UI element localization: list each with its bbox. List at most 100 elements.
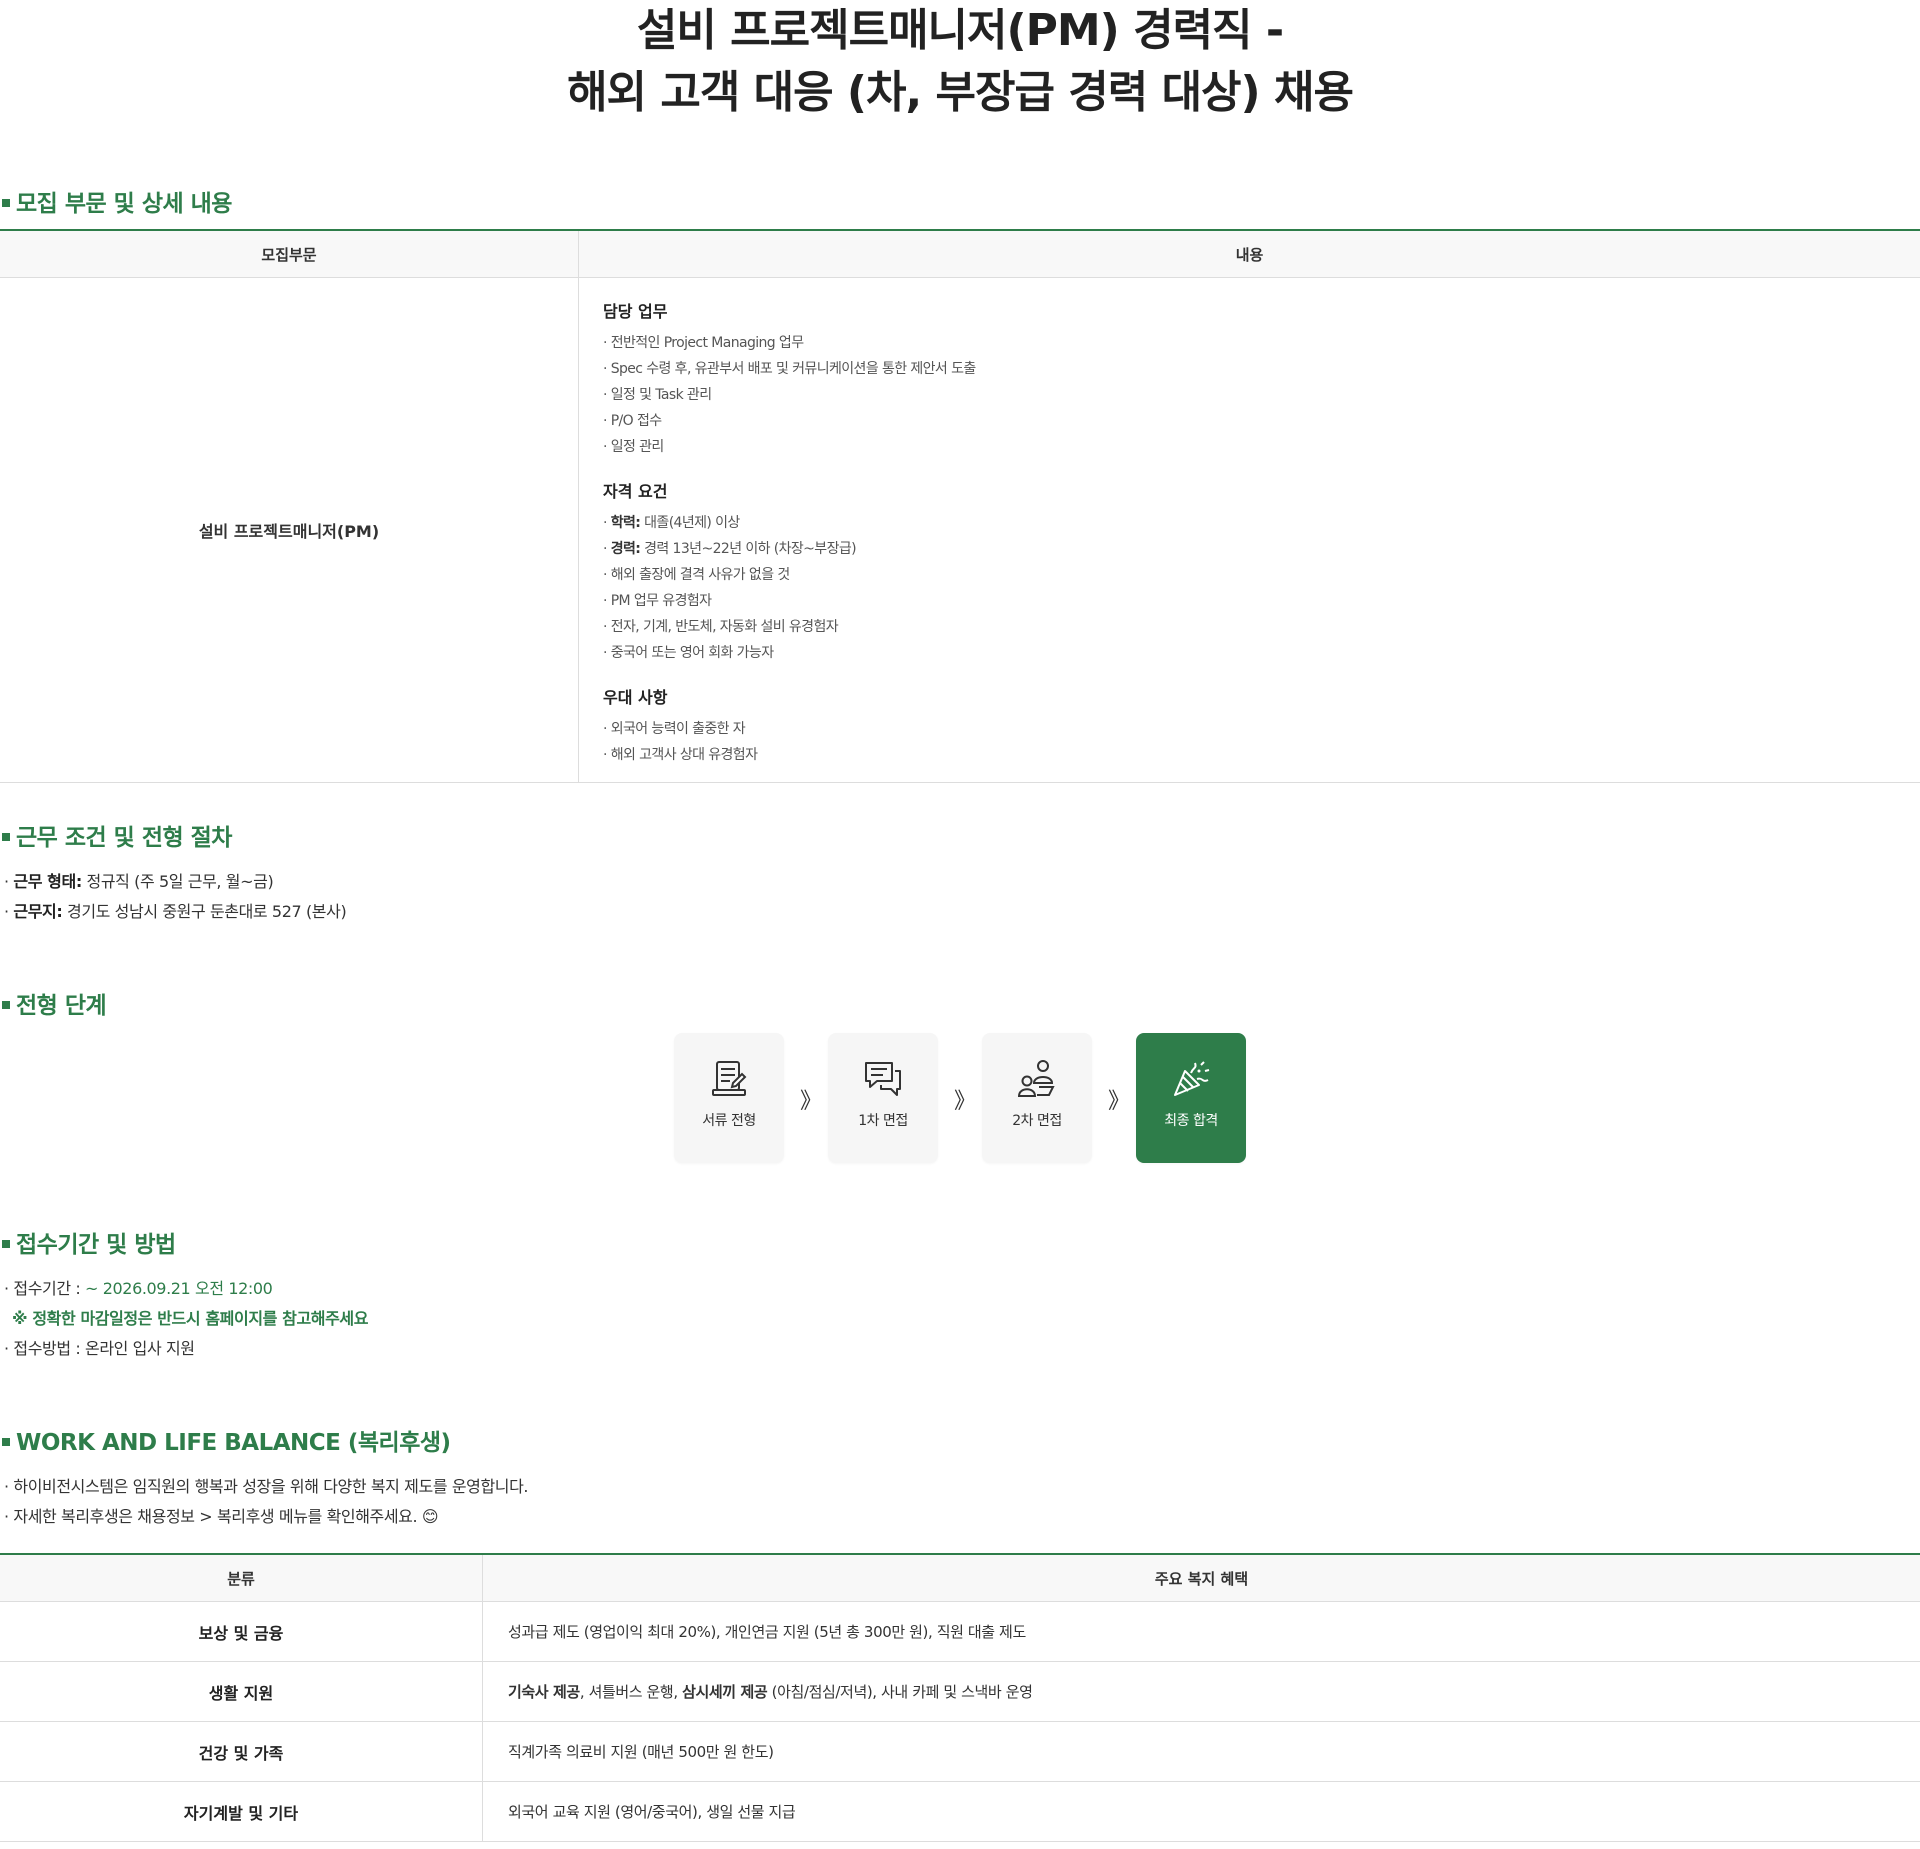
step-label: 1차 면접 — [858, 1113, 908, 1129]
list-item: · 일정 및 Task 관리 — [603, 387, 712, 403]
table-row: 보상 및 금융 성과급 제도 (영업이익 최대 20%), 개인연금 지원 (5… — [0, 1601, 1920, 1662]
section-heading-recruit: 모집 부문 및 상세 내용 — [0, 184, 232, 218]
list-item-label: 학력: — [610, 515, 641, 531]
list-item-text: PM 업무 유경험자 — [610, 593, 712, 609]
list-item: · 일정 관리 — [603, 439, 665, 455]
role-name: 설비 프로젝트매니저(PM) — [0, 277, 579, 783]
list-item-text: 경력 13년~22년 이하 (차장~부장급) — [644, 541, 856, 557]
table-row: 자기계발 및 기타 외국어 교육 지원 (영어/중국어), 생일 선물 지급 — [0, 1781, 1920, 1842]
col-header-content: 내용 — [578, 230, 1920, 278]
apply-method-line: · 접수방법 : 온라인 입사 지원 — [4, 1339, 195, 1358]
list-item-text: 일정 관리 — [610, 439, 665, 455]
step-final-pass: 최종 합격 — [1136, 1033, 1246, 1163]
section-heading-conditions: 근무 조건 및 전형 절차 — [0, 818, 232, 852]
step-second-interview: 2차 면접 — [982, 1033, 1092, 1163]
apply-period-value: ~ 2026.09.21 오전 12:00 — [85, 1279, 273, 1298]
welfare-category: 자기계발 및 기타 — [0, 1781, 483, 1842]
section-heading-welfare: WORK AND LIFE BALANCE (복리후생) — [0, 1423, 451, 1457]
section-heading-apply: 접수기간 및 방법 — [0, 1225, 176, 1259]
deadline-notice: ※ 정확한 마감일정은 반드시 홈페이지를 참고해주세요 — [12, 1309, 369, 1328]
list-item-text: 전반적인 Project Managing 업무 — [610, 335, 804, 351]
step-arrow-icon: 》 — [799, 1089, 822, 1114]
preferences-title: 우대 사항 — [603, 688, 668, 707]
step-document-review: 서류 전형 — [674, 1033, 784, 1163]
work-type-label: 근무 형태: — [13, 872, 82, 891]
work-type-value: 정규직 (주 5일 근무, 월~금) — [86, 872, 274, 891]
document-icon — [712, 1061, 747, 1096]
welfare-benefits: 외국어 교육 지원 (영어/중국어), 생일 선물 지급 — [482, 1781, 1920, 1842]
list-item: · 전자, 기계, 반도체, 자동화 설비 유경험자 — [603, 619, 839, 635]
table-row: 생활 지원 기숙사 제공, 셔틀버스 운행, 삼시세끼 제공 (아침/점심/저녁… — [0, 1661, 1920, 1722]
role-details: 담당 업무 · 전반적인 Project Managing 업무 · Spec 수… — [578, 277, 1920, 783]
welfare-category: 생활 지원 — [0, 1661, 483, 1722]
welfare-table: 분류 주요 복지 혜택 보상 및 금융 성과급 제도 (영업이익 최대 20%)… — [0, 1553, 1920, 1842]
table-row: 설비 프로젝트매니저(PM) 담당 업무 · 전반적인 Project Mana… — [0, 277, 1920, 783]
apply-period-label: 접수기간 : — [13, 1279, 81, 1298]
square-bullet-icon — [2, 1239, 10, 1248]
qualifications-title: 자격 요건 — [603, 482, 668, 501]
welfare-intro-2: · 자세한 복리후생은 채용정보 > 복리후생 메뉴를 확인해주세요. 😊 — [4, 1507, 439, 1526]
list-item-text: 전자, 기계, 반도체, 자동화 설비 유경험자 — [610, 619, 839, 635]
step-label: 최종 합격 — [1164, 1113, 1218, 1129]
square-bullet-icon — [2, 832, 10, 841]
process-steps: 서류 전형 》 1차 면접 》 2차 면접 》 최종 합격 — [674, 1033, 1246, 1163]
square-bullet-icon — [2, 1000, 10, 1009]
list-item: · 전반적인 Project Managing 업무 — [603, 335, 804, 351]
list-item: · 해외 고객사 상대 유경험자 — [603, 747, 758, 763]
list-item-text: 해외 고객사 상대 유경험자 — [610, 747, 758, 763]
list-item-text: Spec 수령 후, 유관부서 배포 및 커뮤니케이션을 통한 제안서 도출 — [610, 361, 977, 377]
list-item-text: 외국어 능력이 출중한 자 — [610, 721, 746, 737]
chat-icon — [865, 1062, 901, 1096]
list-item-text: 일정 및 Task 관리 — [610, 387, 712, 403]
work-location-value: 경기도 성남시 중원구 둔촌대로 527 (본사) — [67, 902, 347, 921]
list-item: · 해외 출장에 결격 사유가 없을 것 — [603, 567, 790, 583]
preferences-list: · 외국어 능력이 출중한 자 · 해외 고객사 상대 유경험자 — [603, 716, 1896, 768]
list-item: · Spec 수령 후, 유관부서 배포 및 커뮤니케이션을 통한 제안서 도출 — [603, 361, 977, 377]
list-item: · P/O 접수 — [603, 413, 662, 429]
list-item: · 중국어 또는 영어 회화 가능자 — [603, 645, 774, 661]
col-header-benefits: 주요 복지 혜택 — [482, 1554, 1920, 1602]
step-arrow-icon: 》 — [1107, 1089, 1130, 1114]
col-header-division: 모집부문 — [0, 230, 579, 278]
list-item-label: 경력: — [610, 541, 641, 557]
welfare-benefits: 직계가족 의료비 지원 (매년 500만 원 한도) — [482, 1721, 1920, 1782]
work-type-line: · 근무 형태: 정규직 (주 5일 근무, 월~금) — [4, 872, 274, 891]
duties-title: 담당 업무 — [603, 302, 668, 321]
title-line-2: 해외 고객 대응 (차, 부장급 경력 대상) 채용 — [567, 67, 1354, 118]
welfare-intro-1: · 하이비전시스템은 임직원의 행복과 성장을 위해 다양한 복지 제도를 운영… — [4, 1477, 529, 1496]
welfare-benefits: 기숙사 제공, 셔틀버스 운행, 삼시세끼 제공 (아침/점심/저녁), 사내 … — [482, 1661, 1920, 1722]
table-header-row: 모집부문 내용 — [0, 230, 1920, 278]
people-icon — [1017, 1060, 1055, 1097]
recruit-table: 모집부문 내용 설비 프로젝트매니저(PM) 담당 업무 · 전반적인 Proj… — [0, 229, 1920, 783]
list-item-text: 중국어 또는 영어 회화 가능자 — [610, 645, 774, 661]
list-item: · 외국어 능력이 출중한 자 — [603, 721, 746, 737]
list-item: · PM 업무 유경험자 — [603, 593, 712, 609]
square-bullet-icon — [2, 1437, 10, 1446]
table-row: 건강 및 가족 직계가족 의료비 지원 (매년 500만 원 한도) — [0, 1721, 1920, 1782]
list-item-text: 해외 출장에 결격 사유가 없을 것 — [610, 567, 790, 583]
title-line-1: 설비 프로젝트매니저(PM) 경력직 - — [636, 5, 1284, 56]
section-heading-process: 전형 단계 — [0, 986, 107, 1020]
step-label: 서류 전형 — [702, 1113, 756, 1129]
list-item-text: 대졸(4년제) 이상 — [644, 515, 740, 531]
qualifications-list: · 학력: 대졸(4년제) 이상 · 경력: 경력 13년~22년 이하 (차장~… — [603, 510, 1896, 666]
step-label: 2차 면접 — [1012, 1113, 1062, 1129]
party-popper-icon — [1174, 1061, 1210, 1096]
list-item-text: P/O 접수 — [610, 413, 662, 429]
apply-method: 접수방법 : 온라인 입사 지원 — [13, 1339, 195, 1358]
apply-period-line: · 접수기간 : ~ 2026.09.21 오전 12:00 — [4, 1279, 273, 1298]
square-bullet-icon — [2, 198, 10, 207]
list-item: · 경력: 경력 13년~22년 이하 (차장~부장급) — [603, 541, 857, 557]
welfare-category: 보상 및 금융 — [0, 1601, 483, 1662]
step-first-interview: 1차 면접 — [828, 1033, 938, 1163]
page-title: 설비 프로젝트매니저(PM) 경력직 - 해외 고객 대응 (차, 부장급 경력… — [0, 0, 1920, 124]
welfare-category: 건강 및 가족 — [0, 1721, 483, 1782]
welfare-benefits: 성과급 제도 (영업이익 최대 20%), 개인연금 지원 (5년 총 300만… — [482, 1601, 1920, 1662]
work-location-line: · 근무지: 경기도 성남시 중원구 둔촌대로 527 (본사) — [4, 902, 347, 921]
list-item: · 학력: 대졸(4년제) 이상 — [603, 515, 740, 531]
table-header-row: 분류 주요 복지 혜택 — [0, 1554, 1920, 1602]
col-header-category: 분류 — [0, 1554, 483, 1602]
step-arrow-icon: 》 — [953, 1089, 976, 1114]
work-location-label: 근무지: — [13, 902, 63, 921]
duties-list: · 전반적인 Project Managing 업무 · Spec 수령 후, 유… — [603, 330, 1896, 460]
